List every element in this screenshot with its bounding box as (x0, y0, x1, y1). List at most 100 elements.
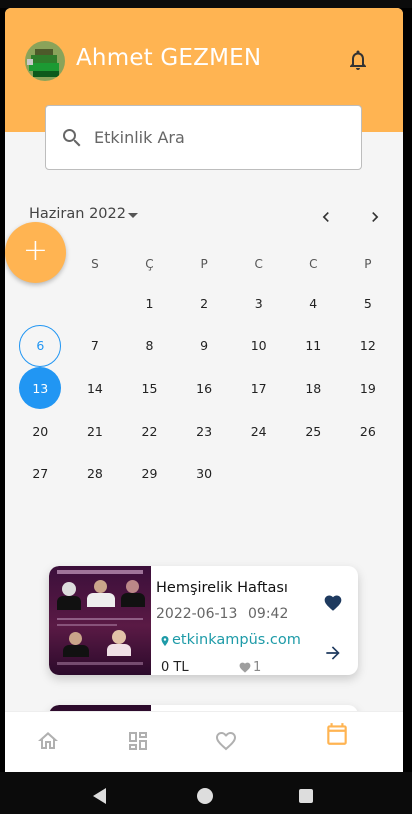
calendar-empty-cell (341, 452, 396, 495)
calendar-day-number: 14 (86, 380, 103, 396)
calendar-day-number: 19 (359, 380, 376, 396)
calendar-day[interactable]: 1 (122, 282, 177, 325)
calendar-day[interactable]: 5 (341, 282, 396, 325)
calendar-day-number: 7 (90, 338, 99, 354)
calendar-day[interactable]: 2 (177, 282, 232, 325)
calendar-day-number: 26 (359, 423, 376, 439)
event-time: 09:42 (248, 606, 289, 622)
calendar-day[interactable]: 4 (286, 282, 341, 325)
calendar-day[interactable]: 17 (231, 367, 286, 410)
calendar-day-number: 20 (32, 423, 49, 439)
bottom-navigation (5, 711, 403, 772)
event-card[interactable]: Hemşirelik Haftası 2022-06-13 09:42 etki… (49, 566, 358, 675)
event-price: 0 TL (161, 660, 189, 675)
calendar-day-number: 4 (309, 295, 318, 311)
calendar-day-number: 16 (196, 380, 213, 396)
calendar-day-number: 9 (200, 338, 209, 354)
calendar-day-number: 24 (250, 423, 267, 439)
plus-icon: + (22, 233, 49, 268)
calendar-day-number: 3 (254, 295, 263, 311)
calendar-day[interactable]: 15 (122, 367, 177, 410)
search-input[interactable] (94, 106, 344, 169)
calendar-day[interactable]: 20 (13, 410, 68, 453)
event-date: 2022-06-13 (156, 606, 238, 622)
calendar-day[interactable]: 10 (231, 325, 286, 368)
calendar-day[interactable]: 22 (122, 410, 177, 453)
calendar-day[interactable]: 24 (231, 410, 286, 453)
calendar-day-number: 6 (36, 338, 45, 354)
calendar-day-number: 21 (86, 423, 103, 439)
bell-icon[interactable] (346, 48, 370, 72)
weekday-label: S (91, 257, 99, 271)
calendar-day[interactable]: 14 (68, 367, 123, 410)
dashboard-icon[interactable] (126, 729, 150, 753)
event-website-link[interactable]: etkinkampüs.com (172, 632, 301, 648)
calendar-day-number: 15 (141, 380, 158, 396)
calendar-day[interactable]: 30 (177, 452, 232, 495)
calendar-empty-cell (68, 282, 123, 325)
calendar-day[interactable]: 29 (122, 452, 177, 495)
calendar-day-number: 29 (141, 466, 158, 482)
calendar-day[interactable]: 11 (286, 325, 341, 368)
search-box (45, 105, 362, 170)
month-selector[interactable]: Haziran 2022 (29, 206, 126, 222)
calendar-day[interactable]: 16 (177, 367, 232, 410)
caret-down-icon[interactable] (128, 213, 138, 218)
arrow-forward-icon[interactable] (323, 643, 343, 663)
calendar-day[interactable]: 21 (68, 410, 123, 453)
calendar-day[interactable]: 19 (341, 367, 396, 410)
weekday-label: P (364, 257, 372, 271)
calendar-day[interactable]: 8 (122, 325, 177, 368)
chevron-right-icon[interactable] (365, 207, 385, 227)
calendar-day[interactable]: 6 (13, 325, 68, 368)
add-event-button[interactable]: + (5, 222, 66, 283)
system-home-icon[interactable] (197, 788, 213, 804)
calendar-day[interactable]: 12 (341, 325, 396, 368)
calendar-day[interactable]: 28 (68, 452, 123, 495)
avatar[interactable] (25, 41, 65, 81)
calendar-empty-cell (231, 452, 286, 495)
calendar-day[interactable]: 23 (177, 410, 232, 453)
calendar-day[interactable]: 13 (13, 367, 68, 410)
calendar-day-number: 28 (86, 466, 103, 482)
favorite-heart-icon[interactable] (322, 593, 344, 613)
weekday-header: PSÇPCCP (13, 246, 395, 282)
calendar-day[interactable]: 18 (286, 367, 341, 410)
calendar-day[interactable]: 7 (68, 325, 123, 368)
calendar-day[interactable]: 26 (341, 410, 396, 453)
calendar-day[interactable]: 3 (231, 282, 286, 325)
calendar-day-number: 23 (196, 423, 213, 439)
calendar-day-number: 1 (145, 295, 154, 311)
system-recents-icon[interactable] (299, 789, 313, 803)
calendar-day-number: 25 (305, 423, 322, 439)
weekday-label: P (200, 257, 208, 271)
app-screen: Ahmet GEZMEN Haziran 2022 PSÇPCCP 123456… (5, 8, 403, 772)
calendar: PSÇPCCP 12345678910111213141516171819202… (13, 246, 395, 495)
calendar-icon[interactable] (324, 721, 350, 747)
calendar-day-number: 8 (145, 338, 154, 354)
search-icon (63, 129, 81, 147)
favorite-icon[interactable] (214, 729, 238, 753)
calendar-day-number: 13 (32, 380, 49, 396)
calendar-day-number: 18 (305, 380, 322, 396)
weekday-label: C (254, 257, 263, 271)
calendar-day-number: 17 (250, 380, 267, 396)
calendar-empty-cell (13, 282, 68, 325)
calendar-day-number: 12 (359, 338, 376, 354)
home-icon[interactable] (36, 729, 60, 753)
calendar-day[interactable]: 9 (177, 325, 232, 368)
system-back-icon[interactable] (93, 788, 106, 804)
calendar-grid: 1 2 3 4 5 6 7 8 9 10 11 12 13 14 15 16 17 18 19 20 21 22 23 24 2… (13, 282, 395, 495)
user-name: Ahmet GEZMEN (76, 45, 262, 71)
calendar-day-number: 11 (305, 338, 322, 354)
calendar-day[interactable]: 27 (13, 452, 68, 495)
event-like-count: 1 (253, 660, 262, 675)
calendar-day-number: 10 (250, 338, 267, 354)
status-bar (0, 0, 412, 8)
calendar-day-number: 5 (363, 295, 372, 311)
chevron-left-icon[interactable] (316, 207, 336, 227)
calendar-day-number: 2 (200, 295, 209, 311)
calendar-day[interactable]: 25 (286, 410, 341, 453)
weekday-label: Ç (145, 257, 154, 271)
weekday-label: C (309, 257, 318, 271)
